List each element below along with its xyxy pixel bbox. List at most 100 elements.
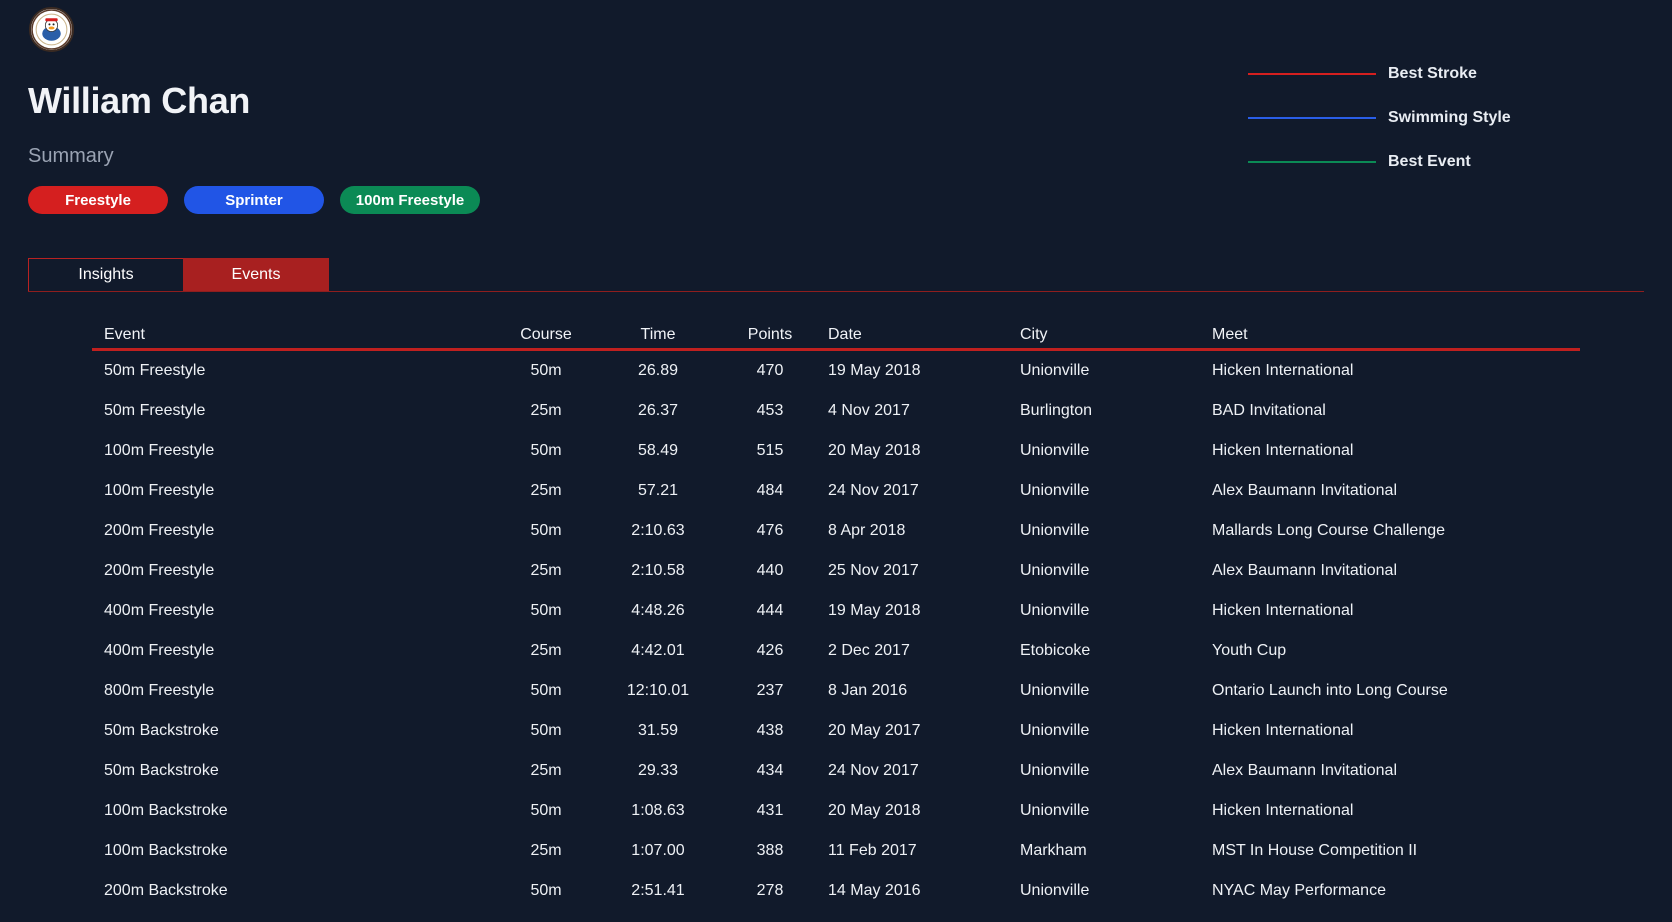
city-cell: Unionville xyxy=(1020,522,1090,539)
date-cell: 4 Nov 2017 xyxy=(828,402,910,419)
date-cell: 11 Feb 2017 xyxy=(828,842,917,859)
date-cell: 8 Jan 2016 xyxy=(828,682,908,699)
table-row[interactable]: 200m Freestyle 50m 2:10.63 476 8 Apr 2018 Uni… xyxy=(92,511,1580,551)
table-body: 50m Freestyle 50m 26.89 470 19 May 2018 Union… xyxy=(92,351,1580,911)
table-row[interactable]: 100m Backstroke 50m 1:08.63 431 20 May 2018 U… xyxy=(92,791,1580,831)
time-cell: 57.21 xyxy=(637,482,679,499)
city-cell: Burlington xyxy=(1020,402,1093,419)
table-row[interactable]: 100m Freestyle 50m 58.49 515 20 May 2018 Unio… xyxy=(92,431,1580,471)
city-cell: Unionville xyxy=(1020,722,1090,739)
date-cell: 20 May 2018 xyxy=(828,442,921,459)
table-row[interactable]: 100m Freestyle 25m 57.21 484 24 Nov 2017 Unio… xyxy=(92,471,1580,511)
swimming-style-badge: Sprinter xyxy=(184,186,324,214)
time-cell: 26.37 xyxy=(637,402,679,419)
course-cell: 25m xyxy=(530,402,562,419)
event-cell: 200m Freestyle xyxy=(104,522,215,539)
event-cell: 100m Freestyle xyxy=(104,482,215,499)
points-cell: 444 xyxy=(756,602,784,619)
course-cell: 50m xyxy=(530,722,562,739)
time-cell: 26.89 xyxy=(637,362,679,379)
tab-events[interactable]: Events xyxy=(183,258,329,292)
event-cell: 200m Freestyle xyxy=(104,562,215,579)
table-header: Event Course Time Points Date City Meet xyxy=(92,322,1580,348)
table-row[interactable]: 200m Backstroke 50m 2:51.41 278 14 May 2016 U… xyxy=(92,871,1580,911)
meet-cell: NYAC May Performance xyxy=(1212,882,1386,899)
meet-cell: Hicken International xyxy=(1212,722,1354,739)
date-cell: 19 May 2018 xyxy=(828,602,921,619)
event-cell: 50m Backstroke xyxy=(104,762,219,779)
table-row[interactable]: 400m Freestyle 25m 4:42.01 426 2 Dec 2017 Eto… xyxy=(92,631,1580,671)
column-header-time[interactable]: Time xyxy=(596,326,720,344)
swimmer-name: William Chan xyxy=(28,80,251,121)
event-cell: 50m Freestyle xyxy=(104,402,206,419)
points-cell: 476 xyxy=(756,522,784,539)
column-header-event[interactable]: Event xyxy=(92,326,496,344)
table-row[interactable]: 200m Freestyle 25m 2:10.58 440 25 Nov 2017 Un… xyxy=(92,551,1580,591)
legend-line-green xyxy=(1248,161,1376,163)
time-cell: 1:07.00 xyxy=(631,842,685,859)
city-cell: Unionville xyxy=(1020,482,1090,499)
swimmer-profile-page: William Chan Summary Freestyle Sprinter … xyxy=(0,0,1672,922)
time-cell: 2:51.41 xyxy=(631,882,685,899)
points-cell: 278 xyxy=(756,882,784,899)
meet-cell: Mallards Long Course Challenge xyxy=(1212,522,1446,539)
city-cell: Unionville xyxy=(1020,682,1090,699)
meet-cell: Youth Cup xyxy=(1212,642,1287,659)
course-cell: 50m xyxy=(530,362,562,379)
legend-line-red xyxy=(1248,73,1376,75)
tab-insights[interactable]: Insights xyxy=(28,258,183,292)
date-cell: 20 May 2018 xyxy=(828,802,921,819)
event-cell: 100m Freestyle xyxy=(104,442,215,459)
course-cell: 25m xyxy=(530,482,562,499)
column-header-points[interactable]: Points xyxy=(720,326,820,344)
time-cell: 4:48.26 xyxy=(631,602,685,619)
summary-heading: Summary xyxy=(28,145,114,167)
column-header-date[interactable]: Date xyxy=(820,326,1012,344)
date-cell: 20 May 2017 xyxy=(828,722,921,739)
points-cell: 440 xyxy=(756,562,784,579)
date-cell: 2 Dec 2017 xyxy=(828,642,910,659)
points-cell: 484 xyxy=(756,482,784,499)
events-table: Event Course Time Points Date City Meet … xyxy=(92,322,1580,911)
event-cell: 100m Backstroke xyxy=(104,842,228,859)
meet-cell: Alex Baumann Invitational xyxy=(1212,562,1397,579)
points-cell: 388 xyxy=(756,842,784,859)
date-cell: 19 May 2018 xyxy=(828,362,921,379)
table-row[interactable]: 100m Backstroke 25m 1:07.00 388 11 Feb 2017 M… xyxy=(92,831,1580,871)
best-event-badge: 100m Freestyle xyxy=(340,186,480,214)
meet-cell: Hicken International xyxy=(1212,442,1354,459)
city-cell: Unionville xyxy=(1020,802,1090,819)
column-header-meet[interactable]: Meet xyxy=(1204,326,1580,344)
table-row[interactable]: 400m Freestyle 50m 4:48.26 444 19 May 2018 Un… xyxy=(92,591,1580,631)
city-cell: Unionville xyxy=(1020,882,1090,899)
city-cell: Markham xyxy=(1020,842,1087,859)
table-row[interactable]: 50m Backstroke 50m 31.59 438 20 May 2017 Unio… xyxy=(92,711,1580,751)
points-cell: 453 xyxy=(756,402,784,419)
points-cell: 438 xyxy=(756,722,784,739)
event-cell: 400m Freestyle xyxy=(104,642,215,659)
course-cell: 50m xyxy=(530,682,562,699)
column-header-course[interactable]: Course xyxy=(496,326,596,344)
city-cell: Unionville xyxy=(1020,442,1090,459)
city-cell: Unionville xyxy=(1020,362,1090,379)
points-cell: 431 xyxy=(756,802,784,819)
course-cell: 25m xyxy=(530,842,562,859)
column-header-city[interactable]: City xyxy=(1012,326,1204,344)
event-cell: 400m Freestyle xyxy=(104,602,215,619)
tab-underline xyxy=(28,291,1644,292)
table-row[interactable]: 50m Backstroke 25m 29.33 434 24 Nov 2017 Unio… xyxy=(92,751,1580,791)
club-logo[interactable] xyxy=(29,7,74,52)
points-cell: 434 xyxy=(756,762,784,779)
time-cell: 4:42.01 xyxy=(631,642,685,659)
meet-cell: Hicken International xyxy=(1212,362,1354,379)
legend-item-best-stroke: Best Stroke xyxy=(1248,52,1511,96)
table-row[interactable]: 50m Freestyle 50m 26.89 470 19 May 2018 Union… xyxy=(92,351,1580,391)
date-cell: 14 May 2016 xyxy=(828,882,921,899)
course-cell: 50m xyxy=(530,442,562,459)
meet-cell: Ontario Launch into Long Course xyxy=(1212,682,1448,699)
time-cell: 29.33 xyxy=(637,762,679,779)
best-stroke-badge: Freestyle xyxy=(28,186,168,214)
summary-badges: Freestyle Sprinter 100m Freestyle xyxy=(28,186,480,214)
table-row[interactable]: 800m Freestyle 50m 12:10.01 237 8 Jan 2016 Un… xyxy=(92,671,1580,711)
table-row[interactable]: 50m Freestyle 25m 26.37 453 4 Nov 2017 Burlin… xyxy=(92,391,1580,431)
